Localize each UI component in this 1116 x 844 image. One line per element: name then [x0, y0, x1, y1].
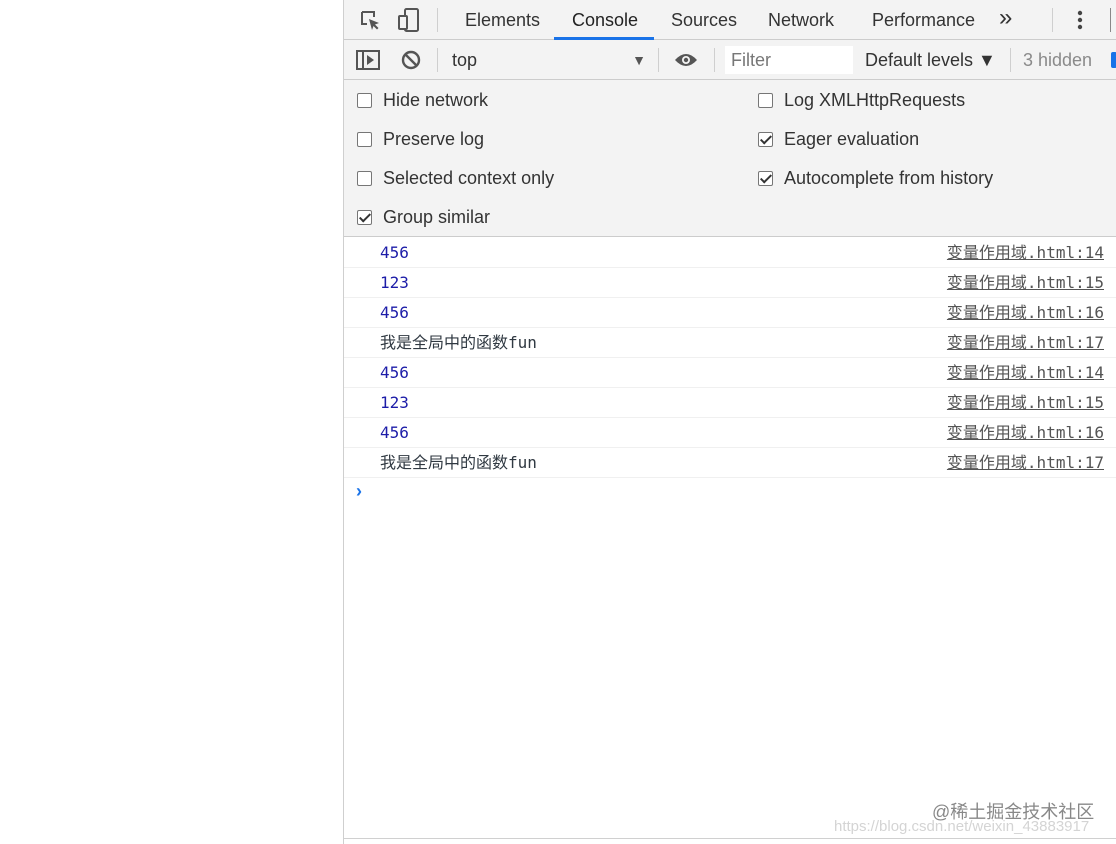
source-link[interactable]: 变量作用域.html:15 — [947, 273, 1104, 293]
log-levels-dropdown[interactable]: Default levels ▼ — [865, 48, 996, 72]
eager-evaluation-option[interactable]: Eager evaluation — [758, 126, 919, 152]
console-messages: 456 变量作用域.html:14 123 变量作用域.html:15 456 … — [344, 238, 1116, 478]
devtools-tabbar: Elements Console Sources Network Perform… — [344, 0, 1116, 40]
console-message-row: 我是全局中的函数fun 变量作用域.html:17 — [344, 328, 1116, 358]
settings-gear-icon[interactable] — [1111, 52, 1116, 68]
console-message-row: 456 变量作用域.html:14 — [344, 238, 1116, 268]
inspected-page-area — [0, 0, 343, 844]
panel-bottom-border — [344, 838, 1116, 839]
execution-context-select[interactable]: top ▼ — [452, 48, 652, 72]
console-message-text: 123 — [380, 393, 409, 412]
source-link[interactable]: 变量作用域.html:14 — [947, 363, 1104, 383]
toolbar-divider — [1010, 48, 1011, 72]
chevron-down-icon: ▼ — [632, 52, 646, 68]
console-message-row: 456 变量作用域.html:16 — [344, 298, 1116, 328]
source-link[interactable]: 变量作用域.html:15 — [947, 393, 1104, 413]
log-xhr-checkbox[interactable] — [758, 92, 773, 108]
console-prompt[interactable]: › — [344, 478, 1116, 506]
selected-context-only-checkbox[interactable] — [357, 170, 372, 186]
devtools-panel: Elements Console Sources Network Perform… — [343, 0, 1116, 844]
console-message-text: 我是全局中的函数fun — [380, 333, 537, 352]
hide-network-checkbox[interactable] — [357, 92, 372, 108]
console-message-row: 123 变量作用域.html:15 — [344, 388, 1116, 418]
preserve-log-checkbox[interactable] — [357, 131, 372, 147]
tab-elements[interactable]: Elements — [463, 0, 542, 40]
console-message-row: 456 变量作用域.html:14 — [344, 358, 1116, 388]
eye-icon[interactable] — [674, 47, 698, 73]
prompt-caret-icon: › — [356, 481, 362, 501]
console-message-row: 123 变量作用域.html:15 — [344, 268, 1116, 298]
selected-context-only-option[interactable]: Selected context only — [357, 165, 554, 191]
console-toolbar: top ▼ Default levels ▼ 3 hidden — [344, 40, 1116, 80]
tab-performance[interactable]: Performance — [870, 0, 977, 40]
console-message-text: 我是全局中的函数fun — [380, 453, 537, 472]
eager-evaluation-checkbox[interactable] — [758, 131, 773, 147]
clear-console-icon[interactable] — [399, 47, 423, 73]
console-message-text: 456 — [380, 243, 409, 262]
source-link[interactable]: 变量作用域.html:16 — [947, 423, 1104, 443]
toolbar-edge — [1110, 8, 1111, 32]
group-similar-label: Group similar — [383, 206, 491, 227]
autocomplete-history-label: Autocomplete from history — [784, 167, 994, 188]
console-message-text: 456 — [380, 423, 409, 442]
watermark: @稀土掘金技术社区 — [932, 802, 1095, 822]
source-link[interactable]: 变量作用域.html:17 — [947, 453, 1104, 473]
source-link[interactable]: 变量作用域.html:17 — [947, 333, 1104, 353]
console-message-text: 456 — [380, 363, 409, 382]
tab-sources[interactable]: Sources — [669, 0, 739, 40]
preserve-log-option[interactable]: Preserve log — [357, 126, 484, 152]
source-link[interactable]: 变量作用域.html:16 — [947, 303, 1104, 323]
console-message-text: 123 — [380, 273, 409, 292]
toolbar-divider — [437, 48, 438, 72]
autocomplete-history-option[interactable]: Autocomplete from history — [758, 165, 993, 191]
device-toolbar-icon[interactable] — [397, 7, 421, 33]
tab-network[interactable]: Network — [766, 0, 836, 40]
tab-console[interactable]: Console — [570, 0, 640, 40]
autocomplete-history-checkbox[interactable] — [758, 170, 773, 186]
inspect-element-icon[interactable] — [358, 7, 382, 33]
sidebar-toggle-icon[interactable] — [356, 47, 380, 73]
more-tabs-icon[interactable]: » — [999, 4, 1012, 32]
group-similar-checkbox[interactable] — [357, 209, 372, 225]
selected-context-only-label: Selected context only — [383, 167, 555, 188]
source-link[interactable]: 变量作用域.html:14 — [947, 243, 1104, 263]
preserve-log-label: Preserve log — [383, 128, 485, 149]
console-settings-pane: Hide network Preserve log Selected conte… — [344, 80, 1116, 237]
eager-evaluation-label: Eager evaluation — [784, 128, 920, 149]
kebab-menu-icon[interactable] — [1068, 7, 1092, 33]
execution-context-value: top — [452, 50, 478, 70]
hidden-messages-count: 3 hidden — [1023, 50, 1093, 70]
hide-network-label: Hide network — [383, 89, 489, 110]
toolbar-divider — [714, 48, 715, 72]
filter-input[interactable] — [725, 46, 853, 74]
console-message-text: 456 — [380, 303, 409, 322]
log-xhr-option[interactable]: Log XMLHttpRequests — [758, 87, 965, 113]
toolbar-divider — [658, 48, 659, 72]
toolbar-divider — [1052, 8, 1053, 32]
hide-network-option[interactable]: Hide network — [357, 87, 488, 113]
group-similar-option[interactable]: Group similar — [357, 204, 490, 230]
console-message-row: 456 变量作用域.html:16 — [344, 418, 1116, 448]
log-xhr-label: Log XMLHttpRequests — [784, 89, 966, 110]
console-message-row: 我是全局中的函数fun 变量作用域.html:17 — [344, 448, 1116, 478]
toolbar-divider — [437, 8, 438, 32]
